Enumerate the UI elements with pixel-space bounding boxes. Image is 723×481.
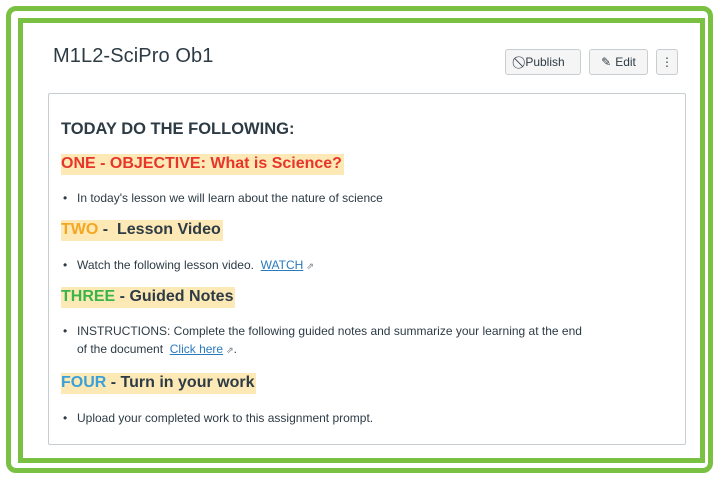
section-number: THREE xyxy=(61,288,116,305)
publish-button[interactable]: ⃠ Publish xyxy=(505,49,581,75)
section-title: Lesson Video xyxy=(117,221,221,238)
kebab-icon: ⋮ xyxy=(661,55,673,69)
section-three-heading: THREE - Guided Notes xyxy=(61,287,236,308)
section-four-bullet: • Upload your completed work to this assi… xyxy=(63,411,374,425)
section-two-bullet: • Watch the following lesson video. WATCH… xyxy=(63,258,314,272)
section-title: Guided Notes xyxy=(129,288,234,305)
edit-button[interactable]: ✎ Edit xyxy=(589,49,648,75)
watch-link[interactable]: WATCH xyxy=(261,258,304,272)
section-three-bullet: • INSTRUCTIONS: Complete the following gu… xyxy=(63,324,582,356)
section-number: FOUR xyxy=(61,374,107,391)
external-link-icon: ⇗ xyxy=(226,345,234,355)
content-heading: TODAY DO THE FOLLOWING: xyxy=(61,120,295,138)
section-number: TWO xyxy=(61,221,99,238)
section-one-heading: ONE - OBJECTIVE: What is Science? xyxy=(61,154,344,175)
more-options-button[interactable]: ⋮ xyxy=(656,49,678,75)
external-link-icon: ⇗ xyxy=(306,261,314,271)
edit-label: Edit xyxy=(615,55,636,69)
section-two-heading: TWO - Lesson Video xyxy=(61,220,223,241)
section-one-bullet: • In today's lesson we will learn about t… xyxy=(63,191,383,205)
click-here-link[interactable]: Click here xyxy=(170,342,223,356)
publish-label: Publish xyxy=(525,55,565,69)
section-title: OBJECTIVE: What is Science? xyxy=(109,155,342,172)
section-number: ONE xyxy=(61,155,96,172)
section-four-heading: FOUR - Turn in your work xyxy=(61,373,257,394)
pencil-icon: ✎ xyxy=(601,55,612,69)
page-title: M1L2-SciPro Ob1 xyxy=(53,45,214,67)
section-title: Turn in your work xyxy=(120,374,255,391)
module-card: M1L2-SciPro Ob1 ⃠ Publish ✎ Edit ⋮ TODAY… xyxy=(18,18,705,463)
content-box: TODAY DO THE FOLLOWING: ONE - OBJECTIVE:… xyxy=(48,93,686,445)
